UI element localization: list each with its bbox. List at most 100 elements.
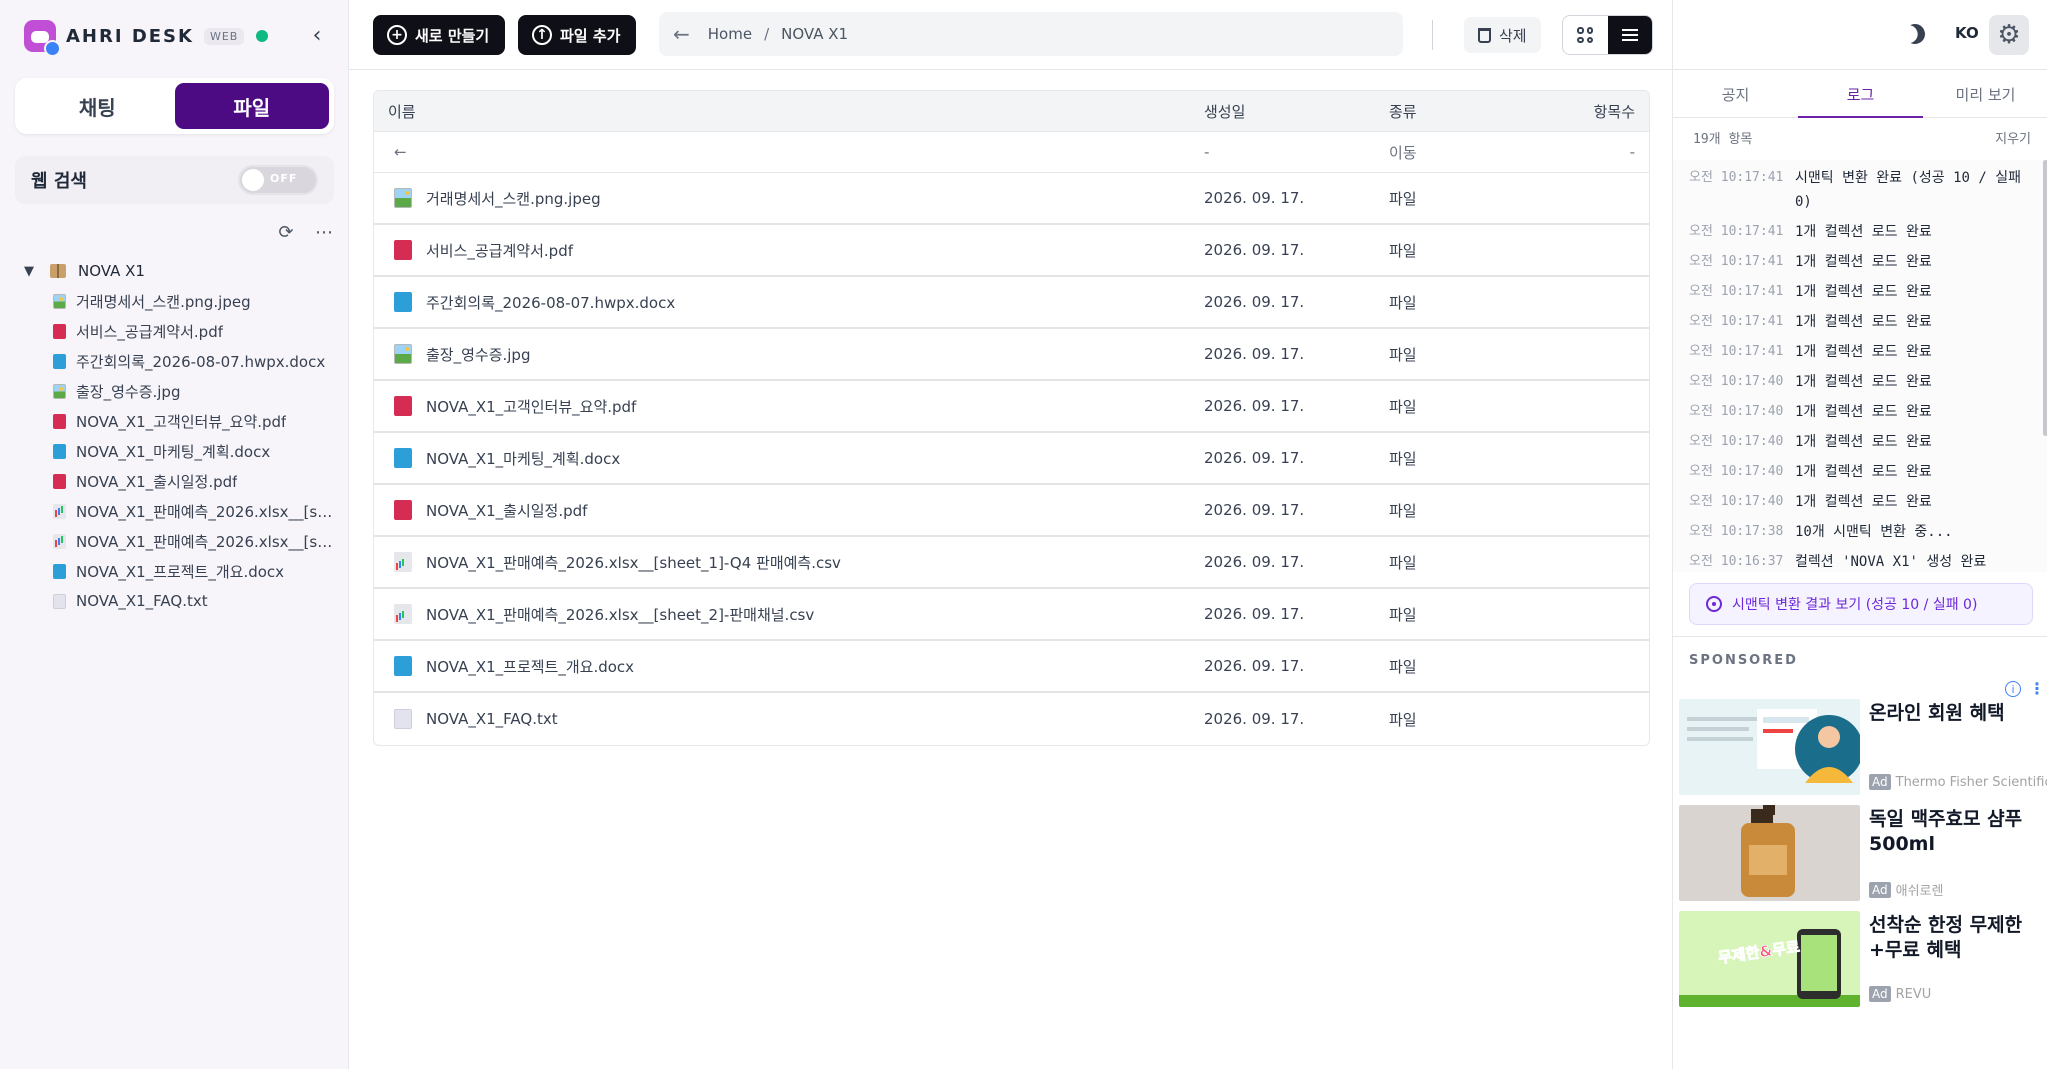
- log-entry: 오전 10:17:41 1개 컬렉션 로드 완료: [1673, 274, 2047, 304]
- log-message: 시맨틱 변환 완료 (성공 10 / 실패 0): [1795, 170, 2021, 210]
- cell-name: NOVA_X1_FAQ.txt: [374, 709, 1204, 729]
- tree-item[interactable]: NOVA_X1_마케팅_계획.docx: [24, 436, 334, 466]
- right-panel-tabs: 공지 로그 미리 보기: [1673, 72, 2047, 118]
- delete-button-label: 삭제: [1499, 26, 1527, 45]
- parent-folder-row[interactable]: ← - 이동 -: [374, 132, 1649, 173]
- cell-name: 거래명세서_스캔.png.jpeg: [374, 188, 1204, 209]
- delete-button[interactable]: 삭제: [1464, 17, 1541, 53]
- tree-item[interactable]: 서비스_공급계약서.pdf: [24, 316, 334, 346]
- table-row[interactable]: NOVA_X1_프로젝트_개요.docx 2026. 09. 17. 파일: [374, 641, 1649, 693]
- add-file-button[interactable]: ↑ 파일 추가: [518, 15, 637, 55]
- tree-item[interactable]: NOVA_X1_판매예측_2026.xlsx__[sh...: [24, 496, 334, 526]
- moon-icon[interactable]: [1902, 21, 1928, 47]
- tree-item[interactable]: 주간회의록_2026-08-07.hwpx.docx: [24, 346, 334, 376]
- table-row[interactable]: NOVA_X1_출시일정.pdf 2026. 09. 17. 파일: [374, 485, 1649, 537]
- cell-name: NOVA_X1_마케팅_계획.docx: [374, 448, 1204, 469]
- sheet-file-icon: [53, 503, 66, 519]
- cell-count: -: [1629, 143, 1635, 161]
- table-row[interactable]: 거래명세서_스캔.png.jpeg 2026. 09. 17. 파일: [374, 173, 1649, 225]
- ad-card[interactable]: 온라인 회원 혜택 Ad Thermo Fisher Scientific: [1679, 699, 2047, 795]
- kebab-menu-icon[interactable]: ⋮: [2029, 679, 2045, 698]
- caret-down-icon[interactable]: ▼: [24, 264, 44, 279]
- table-row[interactable]: NOVA_X1_판매예측_2026.xlsx__[sheet_1]-Q4 판매예…: [374, 537, 1649, 589]
- semantic-result-button[interactable]: 시맨틱 변환 결과 보기 (성공 10 / 실패 0): [1689, 583, 2033, 625]
- table-row[interactable]: 출장_영수증.jpg 2026. 09. 17. 파일: [374, 329, 1649, 381]
- file-name: NOVA_X1_고객인터뷰_요약.pdf: [426, 397, 637, 416]
- tree-root-folder[interactable]: ▼ NOVA X1: [24, 256, 334, 286]
- log-timestamp: 10:17:41: [1720, 254, 1784, 269]
- tree-item[interactable]: 거래명세서_스캔.png.jpeg: [24, 286, 334, 316]
- tab-chat[interactable]: 채팅: [20, 83, 175, 129]
- log-ampm: 오전: [1689, 314, 1713, 329]
- column-name[interactable]: 이름: [374, 101, 1204, 122]
- column-count[interactable]: 항목수: [1529, 101, 1649, 122]
- back-arrow-icon: ←: [394, 143, 407, 161]
- doc-file-icon: [394, 292, 412, 312]
- sheet-file-icon: [394, 604, 412, 624]
- log-message: 1개 컬렉션 로드 완료: [1795, 254, 1932, 270]
- table-row[interactable]: NOVA_X1_마케팅_계획.docx 2026. 09. 17. 파일: [374, 433, 1649, 485]
- main-area: + 새로 만들기 ↑ 파일 추가 ← Home / NOVA X1 삭제 이름 …: [349, 0, 1672, 1069]
- gear-icon: ⚙: [1997, 20, 2021, 50]
- grid-view-button[interactable]: [1563, 16, 1608, 54]
- new-button[interactable]: + 새로 만들기: [373, 15, 506, 55]
- log-message: 1개 컬렉션 로드 완료: [1795, 344, 1932, 360]
- table-row[interactable]: 서비스_공급계약서.pdf 2026. 09. 17. 파일: [374, 225, 1649, 277]
- image-file-icon: [394, 344, 412, 364]
- log-entry: 오전 10:16:37 컬렉션 'NOVA X1' 생성 완료: [1673, 544, 2047, 572]
- log-count: 19개 항목: [1693, 132, 1753, 147]
- info-icon[interactable]: i: [2005, 681, 2021, 697]
- tree-item[interactable]: NOVA_X1_판매예측_2026.xlsx__[sh...: [24, 526, 334, 556]
- log-ampm: 오전: [1689, 284, 1713, 299]
- table-row[interactable]: NOVA_X1_고객인터뷰_요약.pdf 2026. 09. 17. 파일: [374, 381, 1649, 433]
- more-icon[interactable]: ⋯: [312, 220, 336, 244]
- ad-advertiser: 애쉬로렌: [1895, 884, 1944, 899]
- table-row[interactable]: NOVA_X1_FAQ.txt 2026. 09. 17. 파일: [374, 693, 1649, 745]
- pdf-file-icon: [53, 323, 66, 339]
- tree-item[interactable]: 출장_영수증.jpg: [24, 376, 334, 406]
- back-arrow-icon[interactable]: ←: [673, 22, 690, 46]
- app-name: AHRI DESK: [66, 25, 194, 47]
- web-search-toggle[interactable]: OFF: [238, 165, 318, 195]
- log-scrollbar[interactable]: [2043, 160, 2047, 436]
- log-timestamp: 10:17:38: [1720, 524, 1784, 539]
- ad-card[interactable]: 무제한&무료 선착순 한정 무제한+무료 혜택 Ad REVU: [1679, 911, 2044, 1007]
- log-ampm: 오전: [1689, 374, 1713, 389]
- tree-item[interactable]: NOVA_X1_고객인터뷰_요약.pdf: [24, 406, 334, 436]
- column-type[interactable]: 종류: [1389, 101, 1529, 122]
- online-status-dot: [256, 30, 269, 42]
- tree-item[interactable]: NOVA_X1_출시일정.pdf: [24, 466, 334, 496]
- cell-date: 2026. 09. 17.: [1204, 710, 1305, 728]
- table-row[interactable]: 주간회의록_2026-08-07.hwpx.docx 2026. 09. 17. 파…: [374, 277, 1649, 329]
- settings-button[interactable]: ⚙: [1989, 15, 2029, 55]
- tab-log[interactable]: 로그: [1798, 72, 1923, 118]
- list-view-button[interactable]: [1607, 16, 1652, 54]
- log-time: 오전 10:17:40: [1689, 490, 1795, 514]
- column-created[interactable]: 생성일: [1204, 101, 1389, 122]
- log-entry: 오전 10:17:40 1개 컬렉션 로드 완료: [1673, 454, 2047, 484]
- tree-item[interactable]: NOVA_X1_프로젝트_개요.docx: [24, 556, 334, 586]
- log-entry: 오전 10:17:41 1개 컬렉션 로드 완료: [1673, 304, 2047, 334]
- plus-circle-icon: +: [387, 25, 407, 45]
- refresh-icon[interactable]: ⟳: [274, 220, 298, 244]
- log-list[interactable]: 오전 10:17:41 시맨틱 변환 완료 (성공 10 / 실패 0) 오전 10…: [1673, 160, 2047, 572]
- log-timestamp: 10:17:41: [1720, 314, 1784, 329]
- log-ampm: 오전: [1689, 434, 1713, 449]
- ad-image: 무제한&무료: [1679, 911, 1860, 1007]
- log-time: 오전 10:17:41: [1689, 166, 1795, 214]
- tab-files[interactable]: 파일: [174, 83, 329, 129]
- collapse-sidebar-button[interactable]: ‹: [304, 22, 330, 48]
- log-time: 오전 10:17:38: [1689, 520, 1795, 544]
- ad-card[interactable]: 독일 맥주효모 샴푸 500ml Ad 애쉬로렌: [1679, 805, 2044, 901]
- language-button[interactable]: KO: [1955, 24, 1979, 42]
- table-row[interactable]: NOVA_X1_판매예측_2026.xlsx__[sheet_2]-판매채널.c…: [374, 589, 1649, 641]
- tab-notice[interactable]: 공지: [1673, 72, 1798, 117]
- tree-item[interactable]: NOVA_X1_FAQ.txt: [24, 586, 334, 616]
- tab-preview[interactable]: 미리 보기: [1923, 72, 2047, 117]
- doc-file-icon: [53, 353, 66, 369]
- log-clear-button[interactable]: 지우기: [1995, 128, 2031, 147]
- cell-type: 파일: [1389, 501, 1417, 520]
- breadcrumb-home[interactable]: Home: [708, 25, 752, 43]
- log-time: 오전 10:17:41: [1689, 250, 1795, 274]
- log-timestamp: 10:17:40: [1720, 464, 1784, 479]
